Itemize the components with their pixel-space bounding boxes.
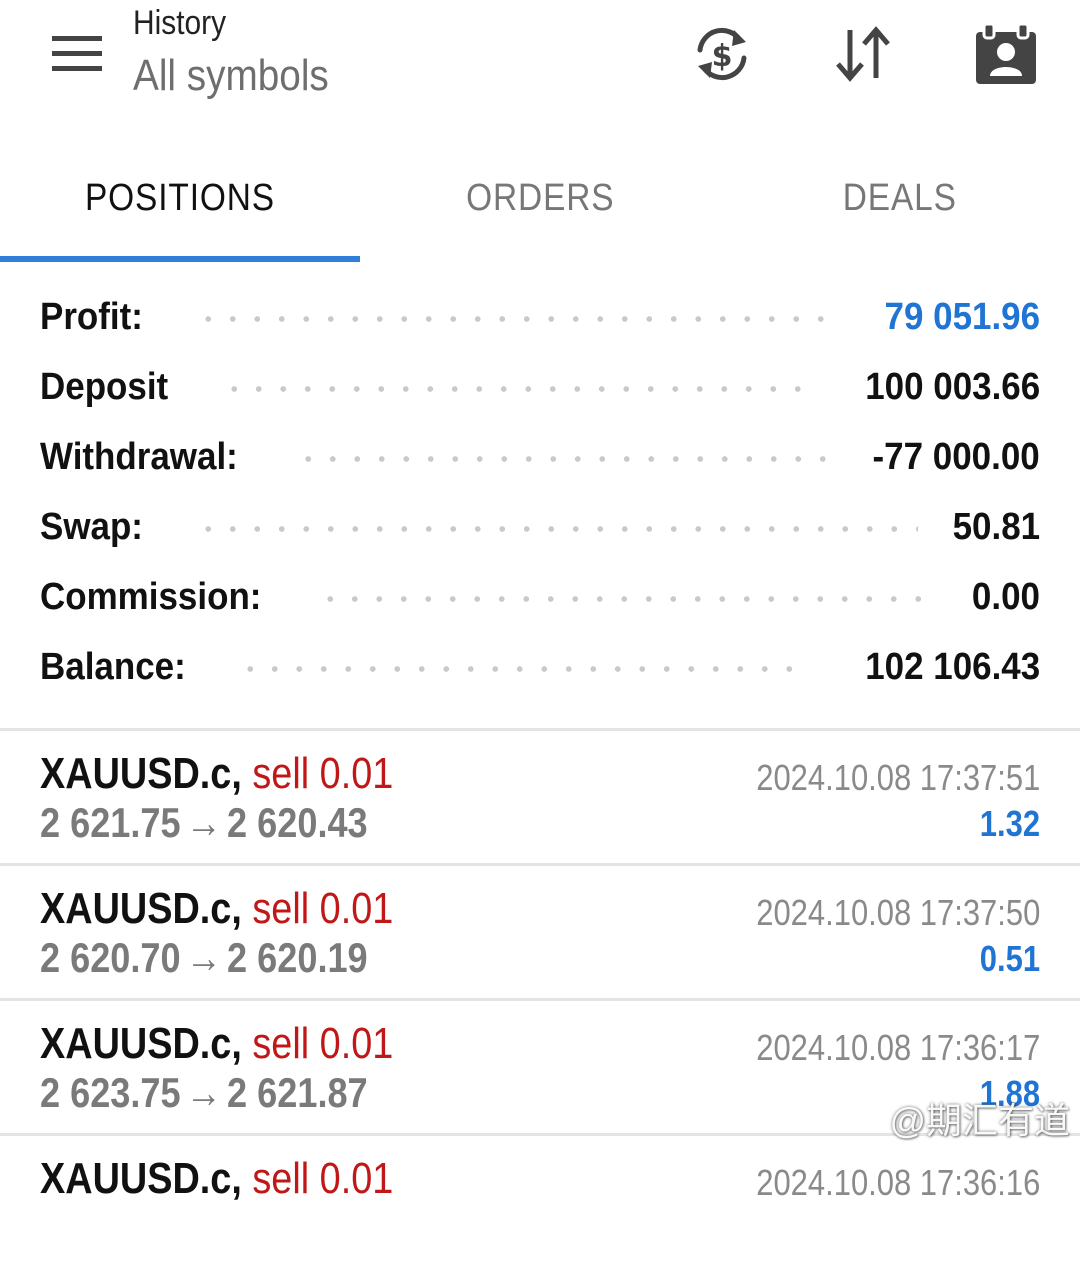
summary-row-balance: Balance: 102 106.43 — [0, 636, 1080, 706]
withdrawal-label: Withdrawal: — [40, 436, 238, 478]
title-block: History All symbols — [133, 2, 356, 104]
arrow-right-icon: → — [185, 1069, 222, 1116]
balance-label: Balance: — [40, 646, 186, 688]
list-item[interactable]: XAUUSD.c, sell 0.01 2 621.75 → 2 620.43 20… — [0, 731, 1080, 863]
deal-time: 2024.10.08 17:36:16 — [755, 1162, 1040, 1203]
open-price: 2 621.75 — [40, 799, 181, 846]
deal-profit: 1.88 — [979, 1073, 1040, 1114]
deal-side: sell 0.01 — [252, 1019, 394, 1068]
app-header: History All symbols $ — [0, 0, 1080, 140]
list-item[interactable]: XAUUSD.c, sell 0.01 2 623.75 → 2 621.87 20… — [0, 998, 1080, 1133]
withdrawal-value: -77 000.00 — [872, 436, 1040, 478]
deal-title: XAUUSD.c, sell 0.01 — [40, 884, 393, 934]
deposit-label: Deposit — [40, 366, 169, 408]
list-item[interactable]: XAUUSD.c, sell 0.01 2024.10.08 17:36:16 — [0, 1133, 1080, 1268]
swap-label: Swap: — [40, 506, 143, 548]
dotted-leader — [318, 596, 938, 602]
deal-prices: 2 621.75 → 2 620.43 — [40, 799, 368, 847]
deal-profit: 0.51 — [979, 938, 1040, 979]
deal-side: sell 0.01 — [252, 884, 394, 933]
deal-title: XAUUSD.c, sell 0.01 — [40, 1019, 393, 1069]
dotted-leader — [196, 526, 918, 532]
tab-orders-label: ORDERS — [465, 177, 615, 219]
deal-time: 2024.10.08 17:36:17 — [755, 1027, 1040, 1068]
deal-side: sell 0.01 — [252, 1154, 394, 1203]
arrow-right-icon: → — [185, 934, 222, 981]
deal-prices: 2 620.70 → 2 620.19 — [40, 934, 368, 982]
tab-positions-label: POSITIONS — [84, 177, 275, 219]
sort-icon[interactable] — [830, 20, 898, 88]
open-price: 2 623.75 — [40, 1069, 181, 1116]
deal-time: 2024.10.08 17:37:50 — [755, 892, 1040, 933]
currency-exchange-icon[interactable]: $ — [688, 20, 756, 88]
close-price: 2 620.19 — [227, 934, 368, 981]
deal-symbol: XAUUSD.c, — [40, 1154, 242, 1203]
dotted-leader — [296, 456, 828, 462]
commission-label: Commission: — [40, 576, 262, 618]
swap-value: 50.81 — [952, 506, 1040, 548]
tab-positions[interactable]: POSITIONS — [0, 150, 360, 258]
deals-list: XAUUSD.c, sell 0.01 2 621.75 → 2 620.43 20… — [0, 731, 1080, 1268]
summary-row-commission: Commission: 0.00 — [0, 566, 1080, 636]
summary-row-profit: Profit: 79 051.96 — [0, 286, 1080, 356]
page-title: History — [133, 4, 227, 42]
dotted-leader — [222, 386, 814, 392]
calendar-user-icon[interactable] — [972, 20, 1040, 88]
tab-deals[interactable]: DEALS — [720, 150, 1080, 258]
active-tab-indicator — [0, 256, 360, 262]
deal-side: sell 0.01 — [252, 749, 394, 798]
deal-profit: 1.32 — [979, 803, 1040, 844]
profit-value: 79 051.96 — [884, 296, 1040, 338]
svg-text:$: $ — [712, 39, 733, 74]
summary-row-withdrawal: Withdrawal: -77 000.00 — [0, 426, 1080, 496]
menu-icon[interactable] — [52, 36, 102, 72]
deposit-value: 100 003.66 — [865, 366, 1040, 408]
tab-deals-label: DEALS — [842, 177, 958, 219]
close-price: 2 620.43 — [227, 799, 368, 846]
deal-title: XAUUSD.c, sell 0.01 — [40, 749, 393, 799]
list-item[interactable]: XAUUSD.c, sell 0.01 2 620.70 → 2 620.19 20… — [0, 863, 1080, 998]
profit-label: Profit: — [40, 296, 143, 338]
deal-title: XAUUSD.c, sell 0.01 — [40, 1154, 393, 1204]
summary-row-swap: Swap: 50.81 — [0, 496, 1080, 566]
close-price: 2 621.87 — [227, 1069, 368, 1116]
dotted-leader — [238, 666, 810, 672]
balance-value: 102 106.43 — [865, 646, 1040, 688]
deal-symbol: XAUUSD.c, — [40, 1019, 242, 1068]
summary-row-deposit: Deposit 100 003.66 — [0, 356, 1080, 426]
tab-orders[interactable]: ORDERS — [360, 150, 720, 258]
deal-prices: 2 623.75 → 2 621.87 — [40, 1069, 368, 1117]
commission-value: 0.00 — [971, 576, 1040, 618]
tab-bar: POSITIONS ORDERS DEALS — [0, 150, 1080, 262]
symbol-filter[interactable]: All symbols — [133, 48, 329, 104]
deal-symbol: XAUUSD.c, — [40, 884, 242, 933]
open-price: 2 620.70 — [40, 934, 181, 981]
deal-symbol: XAUUSD.c, — [40, 749, 242, 798]
summary-panel: Profit: 79 051.96 Deposit 100 003.66 Wit… — [0, 286, 1080, 706]
dotted-leader — [196, 316, 836, 322]
deal-time: 2024.10.08 17:37:51 — [755, 757, 1040, 798]
arrow-right-icon: → — [185, 799, 222, 846]
